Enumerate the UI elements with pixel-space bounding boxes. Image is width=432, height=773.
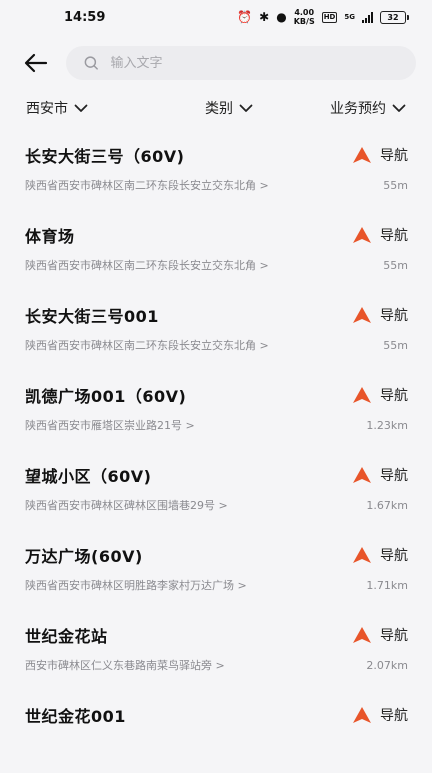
station-distance: 55m	[383, 178, 408, 192]
navigation-arrow-icon	[353, 147, 371, 163]
filter-bar: 西安市 类别 业务预约	[0, 93, 432, 123]
station-distance: 55m	[383, 338, 408, 352]
navigation-arrow-icon	[353, 387, 371, 403]
status-time: 14:59	[64, 9, 106, 25]
hd-badge: HD	[321, 11, 338, 23]
station-name: 凯德广场001（60V)	[25, 387, 187, 406]
station-distance: 2.07km	[366, 658, 408, 672]
navigate-button[interactable]: 导航	[352, 545, 408, 565]
navigate-label: 导航	[380, 708, 408, 724]
navigate-label: 导航	[380, 388, 408, 404]
navigate-button[interactable]: 导航	[352, 225, 408, 245]
navigation-arrow-icon	[353, 547, 371, 563]
category-filter[interactable]: 类别	[205, 98, 253, 118]
station-address[interactable]: 西安市碑林区仁义东巷路南菜鸟驿站旁 >	[25, 657, 225, 673]
navigate-label: 导航	[380, 228, 408, 244]
navigate-button[interactable]: 导航	[352, 625, 408, 645]
booking-filter-label: 业务预约	[330, 101, 386, 117]
station-distance: 1.23km	[366, 418, 408, 432]
station-address[interactable]: 陕西省西安市雁塔区崇业路21号 >	[25, 417, 195, 433]
list-item[interactable]: 凯德广场001（60V) 导航 陕西省西安市雁塔区崇业路21号 > 1.23km	[0, 373, 432, 453]
station-name: 长安大街三号（60V)	[25, 147, 185, 166]
navigate-button[interactable]: 导航	[352, 145, 408, 165]
back-button[interactable]	[24, 49, 52, 77]
category-filter-label: 类别	[205, 101, 233, 117]
location-icon: ●	[276, 10, 287, 24]
station-name: 万达广场(60V)	[25, 547, 143, 566]
chevron-down-icon	[74, 104, 88, 112]
station-name: 长安大街三号001	[25, 307, 159, 326]
navigation-arrow-icon	[353, 227, 371, 243]
search-input[interactable]	[108, 54, 398, 72]
list-item[interactable]: 望城小区（60V) 导航 陕西省西安市碑林区碑林区围墙巷29号 > 1.67km	[0, 453, 432, 533]
station-name: 体育场	[25, 227, 75, 246]
navigate-label: 导航	[380, 468, 408, 484]
station-address[interactable]: 陕西省西安市碑林区南二环东段长安立交东北角 >	[25, 337, 269, 353]
station-address[interactable]: 陕西省西安市碑林区碑林区围墙巷29号 >	[25, 497, 228, 513]
top-bar	[0, 34, 432, 92]
station-name: 世纪金花001	[25, 707, 126, 726]
navigate-button[interactable]: 导航	[352, 385, 408, 405]
list-item[interactable]: 长安大街三号001 导航 陕西省西安市碑林区南二环东段长安立交东北角 > 55m	[0, 293, 432, 373]
navigate-label: 导航	[380, 308, 408, 324]
search-bar[interactable]	[66, 46, 416, 80]
list-item[interactable]: 世纪金花站 导航 西安市碑林区仁义东巷路南菜鸟驿站旁 > 2.07km	[0, 613, 432, 693]
back-arrow-icon	[24, 53, 48, 73]
station-list: 长安大街三号（60V) 导航 陕西省西安市碑林区南二环东段长安立交东北角 > 5…	[0, 133, 432, 773]
navigation-arrow-icon	[353, 467, 371, 483]
station-address[interactable]: 陕西省西安市碑林区南二环东段长安立交东北角 >	[25, 177, 269, 193]
chevron-down-icon	[239, 104, 253, 112]
list-item[interactable]: 长安大街三号（60V) 导航 陕西省西安市碑林区南二环东段长安立交东北角 > 5…	[0, 133, 432, 213]
station-distance: 55m	[383, 258, 408, 272]
bluetooth-icon: ✱	[259, 10, 270, 24]
station-distance: 1.67km	[366, 498, 408, 512]
station-distance: 1.71km	[366, 578, 408, 592]
search-icon	[84, 56, 98, 70]
list-item[interactable]: 万达广场(60V) 导航 陕西省西安市碑林区明胜路李家村万达广场 > 1.71k…	[0, 533, 432, 613]
navigation-arrow-icon	[353, 707, 371, 723]
booking-filter[interactable]: 业务预约	[330, 98, 406, 118]
navigate-label: 导航	[380, 548, 408, 564]
alarm-icon: ⏰	[237, 10, 253, 24]
status-icons: ⏰ ✱ ● 4.00 KB/S HD 5G 32	[237, 8, 409, 26]
navigate-button[interactable]: 导航	[352, 705, 408, 725]
city-filter-label: 西安市	[26, 101, 68, 117]
navigation-arrow-icon	[353, 627, 371, 643]
signal-icon	[362, 11, 373, 23]
station-name: 世纪金花站	[25, 627, 108, 646]
chevron-down-icon	[392, 104, 406, 112]
navigate-label: 导航	[380, 628, 408, 644]
navigate-button[interactable]: 导航	[352, 465, 408, 485]
list-item[interactable]: 体育场 导航 陕西省西安市碑林区南二环东段长安立交东北角 > 55m	[0, 213, 432, 293]
city-filter[interactable]: 西安市	[26, 98, 88, 118]
network-speed: 4.00 KB/S	[293, 8, 315, 26]
list-item[interactable]: 世纪金花001 导航	[0, 693, 432, 773]
battery-icon: 32	[380, 10, 409, 24]
status-bar: 14:59 ⏰ ✱ ● 4.00 KB/S HD 5G 32	[0, 0, 432, 34]
station-address[interactable]: 陕西省西安市碑林区南二环东段长安立交东北角 >	[25, 257, 269, 273]
navigate-label: 导航	[380, 148, 408, 164]
station-address[interactable]: 陕西省西安市碑林区明胜路李家村万达广场 >	[25, 577, 247, 593]
navigation-arrow-icon	[353, 307, 371, 323]
network-type: 5G	[344, 13, 355, 21]
navigate-button[interactable]: 导航	[352, 305, 408, 325]
station-name: 望城小区（60V)	[25, 467, 152, 486]
